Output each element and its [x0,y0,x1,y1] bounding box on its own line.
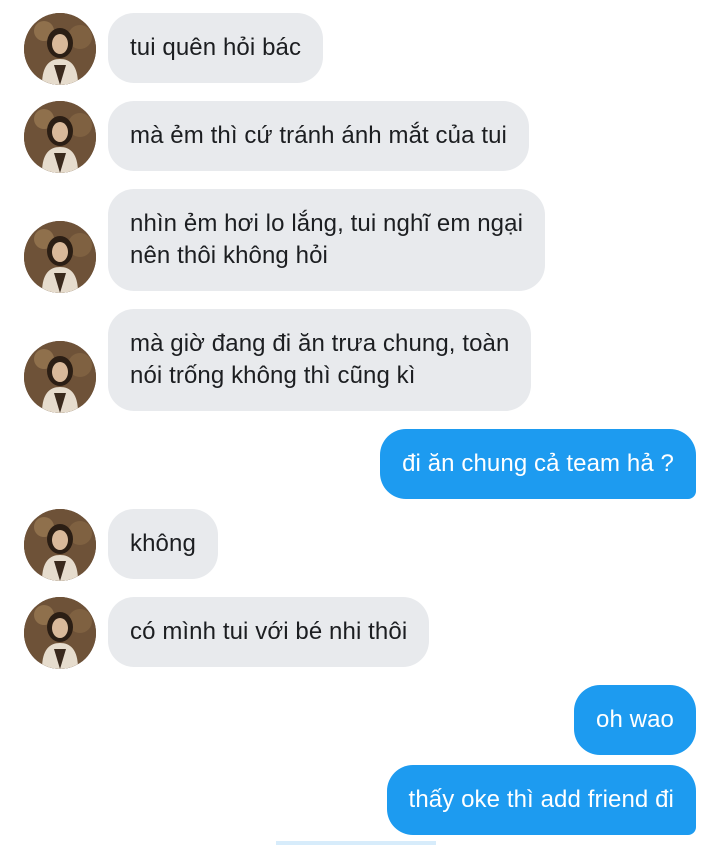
message-bubble-outgoing[interactable]: oh wao [574,685,696,755]
avatar-photo-icon [24,509,96,581]
message-text: đi ăn chung cả team hả ? [402,450,674,477]
avatar[interactable] [24,341,96,413]
avatar-photo-icon [24,13,96,85]
message-bubble-incoming[interactable]: mà giờ đang đi ăn trưa chung, toàn nói t… [108,309,532,411]
avatar[interactable] [24,509,96,581]
avatar[interactable] [24,101,96,173]
message-text: thấy oke thì add friend đi [408,786,674,813]
message-bubble-incoming[interactable]: tui quên hỏi bác [108,13,324,83]
avatar-photo-icon [24,101,96,173]
message-text: mà ẻm thì cứ tránh ánh mắt của tui [130,122,507,149]
message-bubble-incoming[interactable]: không [108,509,218,579]
avatar[interactable] [24,13,96,85]
scroll-edge-indicator [276,841,436,845]
message-text: mà giờ đang đi ăn trưa chung, toàn [130,330,510,357]
message-text: nói trống không thì cũng kì [130,362,416,389]
avatar[interactable] [24,597,96,669]
avatar-photo-icon [24,341,96,413]
message-text: tui quên hỏi bác [130,34,302,61]
avatar-photo-icon [24,221,96,293]
message-bubble-outgoing[interactable]: đi ăn chung cả team hả ? [380,429,696,499]
message-bubble-incoming[interactable]: mà ẻm thì cứ tránh ánh mắt của tui [108,101,529,171]
message-text: nhìn ẻm hơi lo lắng, tui nghĩ em ngại [130,210,524,237]
message-bubble-incoming[interactable]: có mình tui với bé nhi thôi [108,597,430,667]
message-bubble-outgoing[interactable]: thấy oke thì add friend đi [386,765,696,835]
message-text: có mình tui với bé nhi thôi [130,618,408,645]
message-bubble-incoming[interactable]: nhìn ẻm hơi lo lắng, tui nghĩ em ngại nê… [108,189,546,291]
message-text: nên thôi không hỏi [130,242,328,269]
avatar[interactable] [24,221,96,293]
message-text: oh wao [596,706,674,733]
avatar-photo-icon [24,597,96,669]
message-text: không [130,530,196,557]
